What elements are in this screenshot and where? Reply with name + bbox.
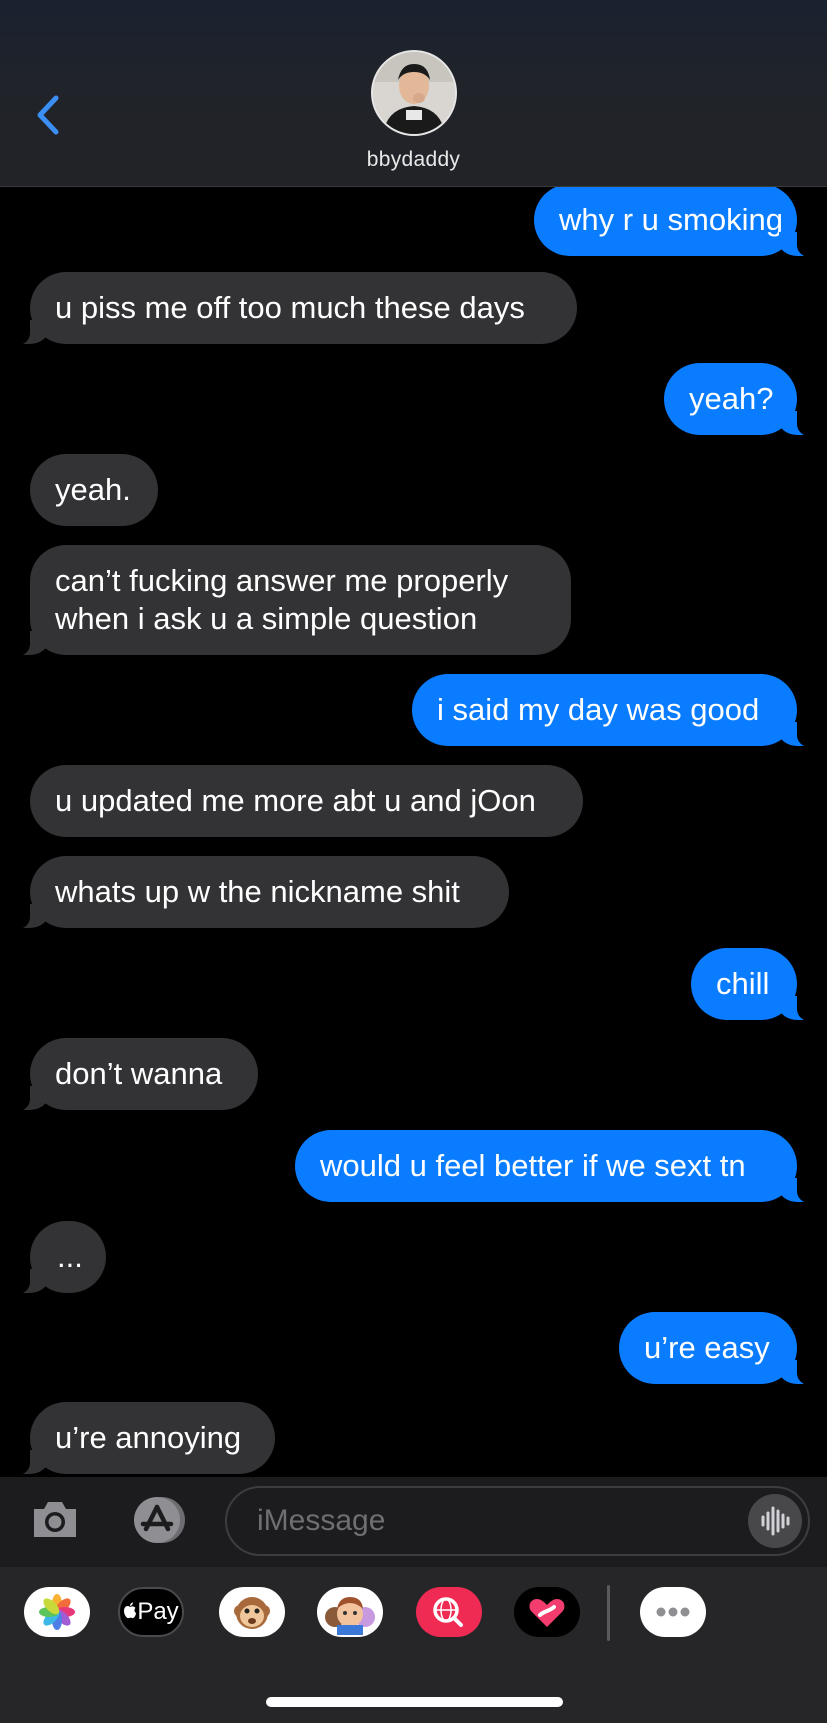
chevron-left-icon	[37, 95, 59, 135]
outgoing-message[interactable]: u’re easy	[619, 1312, 815, 1385]
incoming-message[interactable]: don’t wanna	[12, 1038, 258, 1111]
incoming-message[interactable]: u updated me more abt u and jOon	[30, 765, 583, 837]
back-button[interactable]	[30, 90, 70, 140]
incoming-message[interactable]: ...	[12, 1221, 106, 1294]
camera-button[interactable]	[30, 1497, 80, 1541]
image-search-button[interactable]	[416, 1587, 482, 1637]
audio-message-button[interactable]	[748, 1494, 802, 1548]
memoji-button[interactable]	[317, 1587, 383, 1637]
more-apps-button[interactable]	[640, 1587, 706, 1637]
apple-logo-icon	[124, 1602, 137, 1619]
contact-avatar[interactable]	[371, 50, 457, 136]
digital-touch-button[interactable]	[514, 1587, 580, 1637]
drawer-divider	[607, 1585, 610, 1641]
compose-bar: iMessage	[0, 1477, 827, 1567]
message-placeholder: iMessage	[257, 1504, 386, 1537]
animoji-button[interactable]	[219, 1587, 285, 1637]
camera-icon	[34, 1502, 76, 1537]
home-indicator[interactable]	[266, 1697, 563, 1707]
apple-pay-label: Pay	[137, 1598, 179, 1625]
outgoing-message[interactable]: chill	[691, 948, 815, 1021]
incoming-message[interactable]: yeah.	[30, 454, 158, 526]
incoming-message[interactable]: can’t fucking answer me properly when i …	[12, 545, 571, 656]
message-input[interactable]: iMessage	[225, 1486, 810, 1556]
waveform-icon	[761, 1506, 790, 1536]
incoming-message[interactable]: u’re annoying	[12, 1402, 275, 1475]
more-apps-icon	[656, 1607, 690, 1617]
image-search-app-icon	[433, 1597, 463, 1627]
animoji-app-icon	[234, 1597, 270, 1629]
incoming-message[interactable]: u piss me off too much these days	[12, 272, 577, 345]
avatar-photo	[373, 52, 455, 134]
photos-app-icon	[39, 1594, 75, 1630]
incoming-message[interactable]: whats up w the nickname shit	[12, 856, 509, 929]
outgoing-message[interactable]: would u feel better if we sext tn	[295, 1130, 815, 1203]
apple-pay-button[interactable]: Pay	[118, 1587, 184, 1637]
memoji-app-icon	[325, 1597, 375, 1635]
contact-name[interactable]: bbydaddy	[0, 148, 827, 172]
conversation-header: bbydaddy	[0, 0, 827, 187]
digital-touch-app-icon	[529, 1599, 565, 1627]
photos-app-button[interactable]	[24, 1587, 90, 1637]
outgoing-message[interactable]: why r u smoking	[534, 187, 815, 257]
app-store-button[interactable]	[126, 1495, 192, 1545]
message-thread[interactable]: why r u smoking u piss me off too much t…	[0, 187, 827, 1477]
outgoing-message[interactable]: i said my day was good	[412, 674, 815, 747]
outgoing-message[interactable]: yeah?	[664, 363, 815, 436]
app-store-icon	[134, 1497, 185, 1543]
